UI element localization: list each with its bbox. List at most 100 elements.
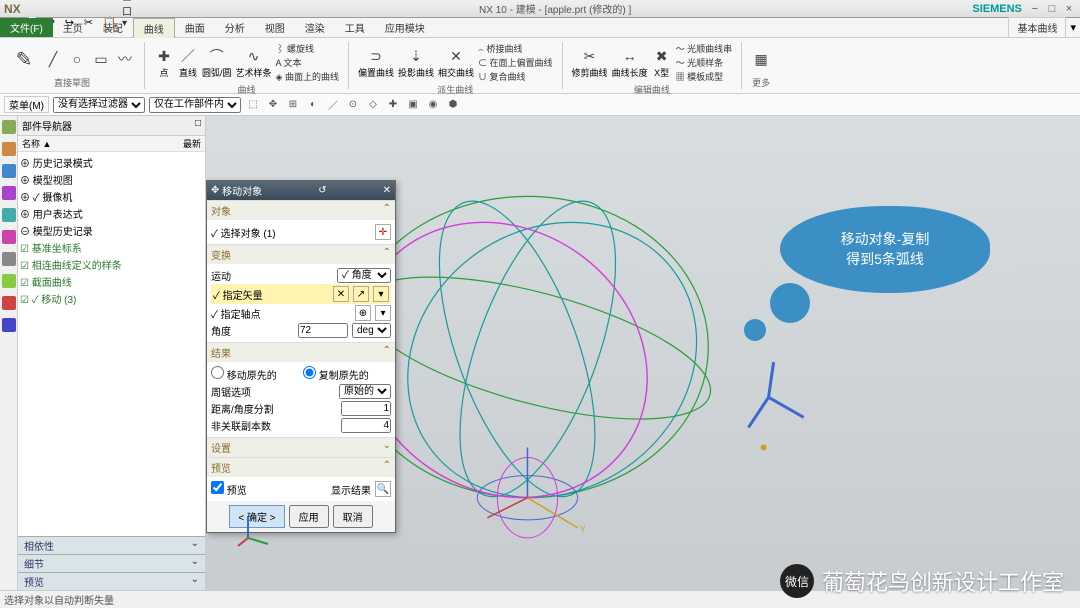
artspline-icon[interactable]: ∿: [244, 46, 264, 66]
tab-assembly[interactable]: 装配: [93, 18, 133, 37]
tab-render[interactable]: 渲染: [295, 18, 335, 37]
qat-window[interactable]: 窗口 ▾: [122, 0, 136, 2]
tab-curves[interactable]: 曲线: [133, 18, 175, 38]
section-header[interactable]: 变换: [211, 247, 231, 262]
project-icon[interactable]: ⇣: [406, 46, 426, 66]
intersect-icon[interactable]: ✕: [446, 46, 466, 66]
smooth-btn[interactable]: 〜 光顺曲线串: [676, 42, 733, 55]
helix-btn[interactable]: ⌇ 螺旋线: [276, 42, 339, 55]
motion-select[interactable]: ✓ 角度: [337, 268, 391, 283]
point-icon[interactable]: ✚: [154, 46, 174, 66]
curve-on-surf-btn[interactable]: ◈ 曲面上的曲线: [276, 70, 339, 83]
copies-input[interactable]: [341, 418, 391, 433]
maximize-icon[interactable]: □: [1045, 3, 1059, 15]
dep-panel[interactable]: 相依性⌄: [18, 536, 205, 554]
smooth2-btn[interactable]: 〜 光顺样条: [676, 56, 733, 69]
rail-icon[interactable]: [2, 252, 16, 266]
spline-icon[interactable]: 〰: [115, 49, 135, 69]
divisions-input[interactable]: [341, 401, 391, 416]
dialog-reset-icon[interactable]: ↺: [318, 185, 326, 196]
sel-icon[interactable]: ✚: [385, 97, 401, 113]
rail-icon[interactable]: [2, 164, 16, 178]
target-icon[interactable]: ✛: [375, 224, 391, 240]
tree-item[interactable]: ⊕ 历史记录模式: [20, 154, 203, 171]
compound-btn[interactable]: ∪ 复合曲线: [478, 70, 553, 83]
pin-icon[interactable]: □: [195, 118, 201, 133]
circle-icon[interactable]: ○: [67, 49, 87, 69]
help-icon[interactable]: ▾: [1070, 21, 1076, 34]
rail-icon[interactable]: [2, 296, 16, 310]
view-triad[interactable]: [236, 510, 276, 550]
sel-icon[interactable]: ◉: [425, 97, 441, 113]
tree-item[interactable]: ⊕ 模型视图: [20, 171, 203, 188]
tab-tools[interactable]: 工具: [335, 18, 375, 37]
pivot-row[interactable]: ✓ 指定轴点: [211, 306, 351, 321]
ribbon-search[interactable]: 基本曲线: [1008, 17, 1066, 38]
rail-icon[interactable]: [2, 142, 16, 156]
cancel-button[interactable]: 取消: [333, 505, 373, 528]
tree-item[interactable]: ☑ 截面曲线: [20, 273, 203, 290]
preview-check[interactable]: 预览: [211, 481, 327, 497]
line-icon[interactable]: ╱: [43, 49, 63, 69]
sketch-icon[interactable]: ✎: [9, 44, 39, 74]
sel-icon[interactable]: ▣: [405, 97, 421, 113]
rail-icon[interactable]: [2, 274, 16, 288]
length-icon[interactable]: ↔: [620, 46, 640, 66]
sel-icon[interactable]: ◇: [365, 97, 381, 113]
scope-select[interactable]: 仅在工作部件内: [149, 97, 241, 113]
point-drop-icon[interactable]: ▾: [375, 305, 391, 321]
tree-item[interactable]: ⊕ ✓ 摄像机: [20, 188, 203, 205]
copy-radio[interactable]: 复制原先的: [303, 366, 391, 382]
viewport[interactable]: Y ✥ 移动对象↺✕ 对象⌃ ✓ 选择对象 (1)✛ 变换⌃ 运: [206, 116, 1080, 590]
move-radio[interactable]: 移动原先的: [211, 366, 299, 382]
section-header[interactable]: 预览: [211, 460, 231, 475]
tree-item[interactable]: ⊖ 模型历史记录: [20, 222, 203, 239]
model-tree[interactable]: ⊕ 历史记录模式 ⊕ 模型视图 ⊕ ✓ 摄像机 ⊕ 用户表达式 ⊖ 模型历史记录…: [18, 152, 205, 536]
tab-analysis[interactable]: 分析: [215, 18, 255, 37]
tree-item[interactable]: ☑ 相连曲线定义的样条: [20, 256, 203, 273]
loop-select[interactable]: 原始的: [339, 384, 391, 399]
result-icon[interactable]: 🔍: [375, 481, 391, 497]
rail-nav-icon[interactable]: [2, 120, 16, 134]
xform-icon[interactable]: ✖: [652, 46, 672, 66]
rect-icon[interactable]: ▭: [91, 49, 111, 69]
tab-view[interactable]: 视图: [255, 18, 295, 37]
tree-item[interactable]: ⊕ 用户表达式: [20, 205, 203, 222]
template-btn[interactable]: ▦ 模板成型: [676, 70, 733, 83]
filter-select[interactable]: 没有选择过滤器: [53, 97, 145, 113]
arc-icon[interactable]: ⌒: [207, 46, 227, 66]
offset-face-btn[interactable]: ⊂ 在面上偏置曲线: [478, 56, 553, 69]
point-icon[interactable]: ⊕: [355, 305, 371, 321]
angle-input[interactable]: [298, 323, 348, 338]
tab-surface[interactable]: 曲面: [175, 18, 215, 37]
trim-icon[interactable]: ✂: [580, 46, 600, 66]
minimize-icon[interactable]: −: [1028, 3, 1042, 15]
offset-icon[interactable]: ⊃: [366, 46, 386, 66]
section-header[interactable]: 对象: [211, 203, 231, 218]
more-icon[interactable]: ▦: [751, 49, 771, 69]
rail-icon[interactable]: [2, 186, 16, 200]
close-icon[interactable]: ×: [1062, 3, 1076, 15]
text-btn[interactable]: A 文本: [276, 56, 339, 69]
rail-icon[interactable]: [2, 208, 16, 222]
menu-dropdown[interactable]: 菜单(M): [4, 96, 49, 113]
line2-icon[interactable]: ／: [178, 46, 198, 66]
sel-icon[interactable]: ⊙: [345, 97, 361, 113]
angle-unit[interactable]: deg: [352, 323, 391, 338]
vector-drop-icon[interactable]: ▾: [373, 286, 389, 302]
tab-apps[interactable]: 应用模块: [375, 18, 435, 37]
col-name[interactable]: 名称 ▲: [18, 136, 55, 151]
select-object-row[interactable]: ✓ 选择对象 (1): [211, 225, 371, 240]
vector-row[interactable]: ✓ 指定矢量: [213, 287, 329, 302]
bridge-btn[interactable]: ⌢ 桥接曲线: [478, 42, 553, 55]
rail-icon[interactable]: [2, 318, 16, 332]
col-latest[interactable]: 最新: [179, 136, 205, 151]
sel-icon[interactable]: ⬢: [445, 97, 461, 113]
tree-item[interactable]: ☑ 基准坐标系: [20, 239, 203, 256]
file-menu[interactable]: 文件(F): [0, 18, 53, 37]
detail-panel[interactable]: 细节⌄: [18, 554, 205, 572]
dialog-close-icon[interactable]: ✕: [383, 185, 391, 196]
tab-home[interactable]: 主页: [53, 18, 93, 37]
sel-icon[interactable]: ⊞: [285, 97, 301, 113]
vector-pick-icon[interactable]: ↗: [353, 286, 369, 302]
